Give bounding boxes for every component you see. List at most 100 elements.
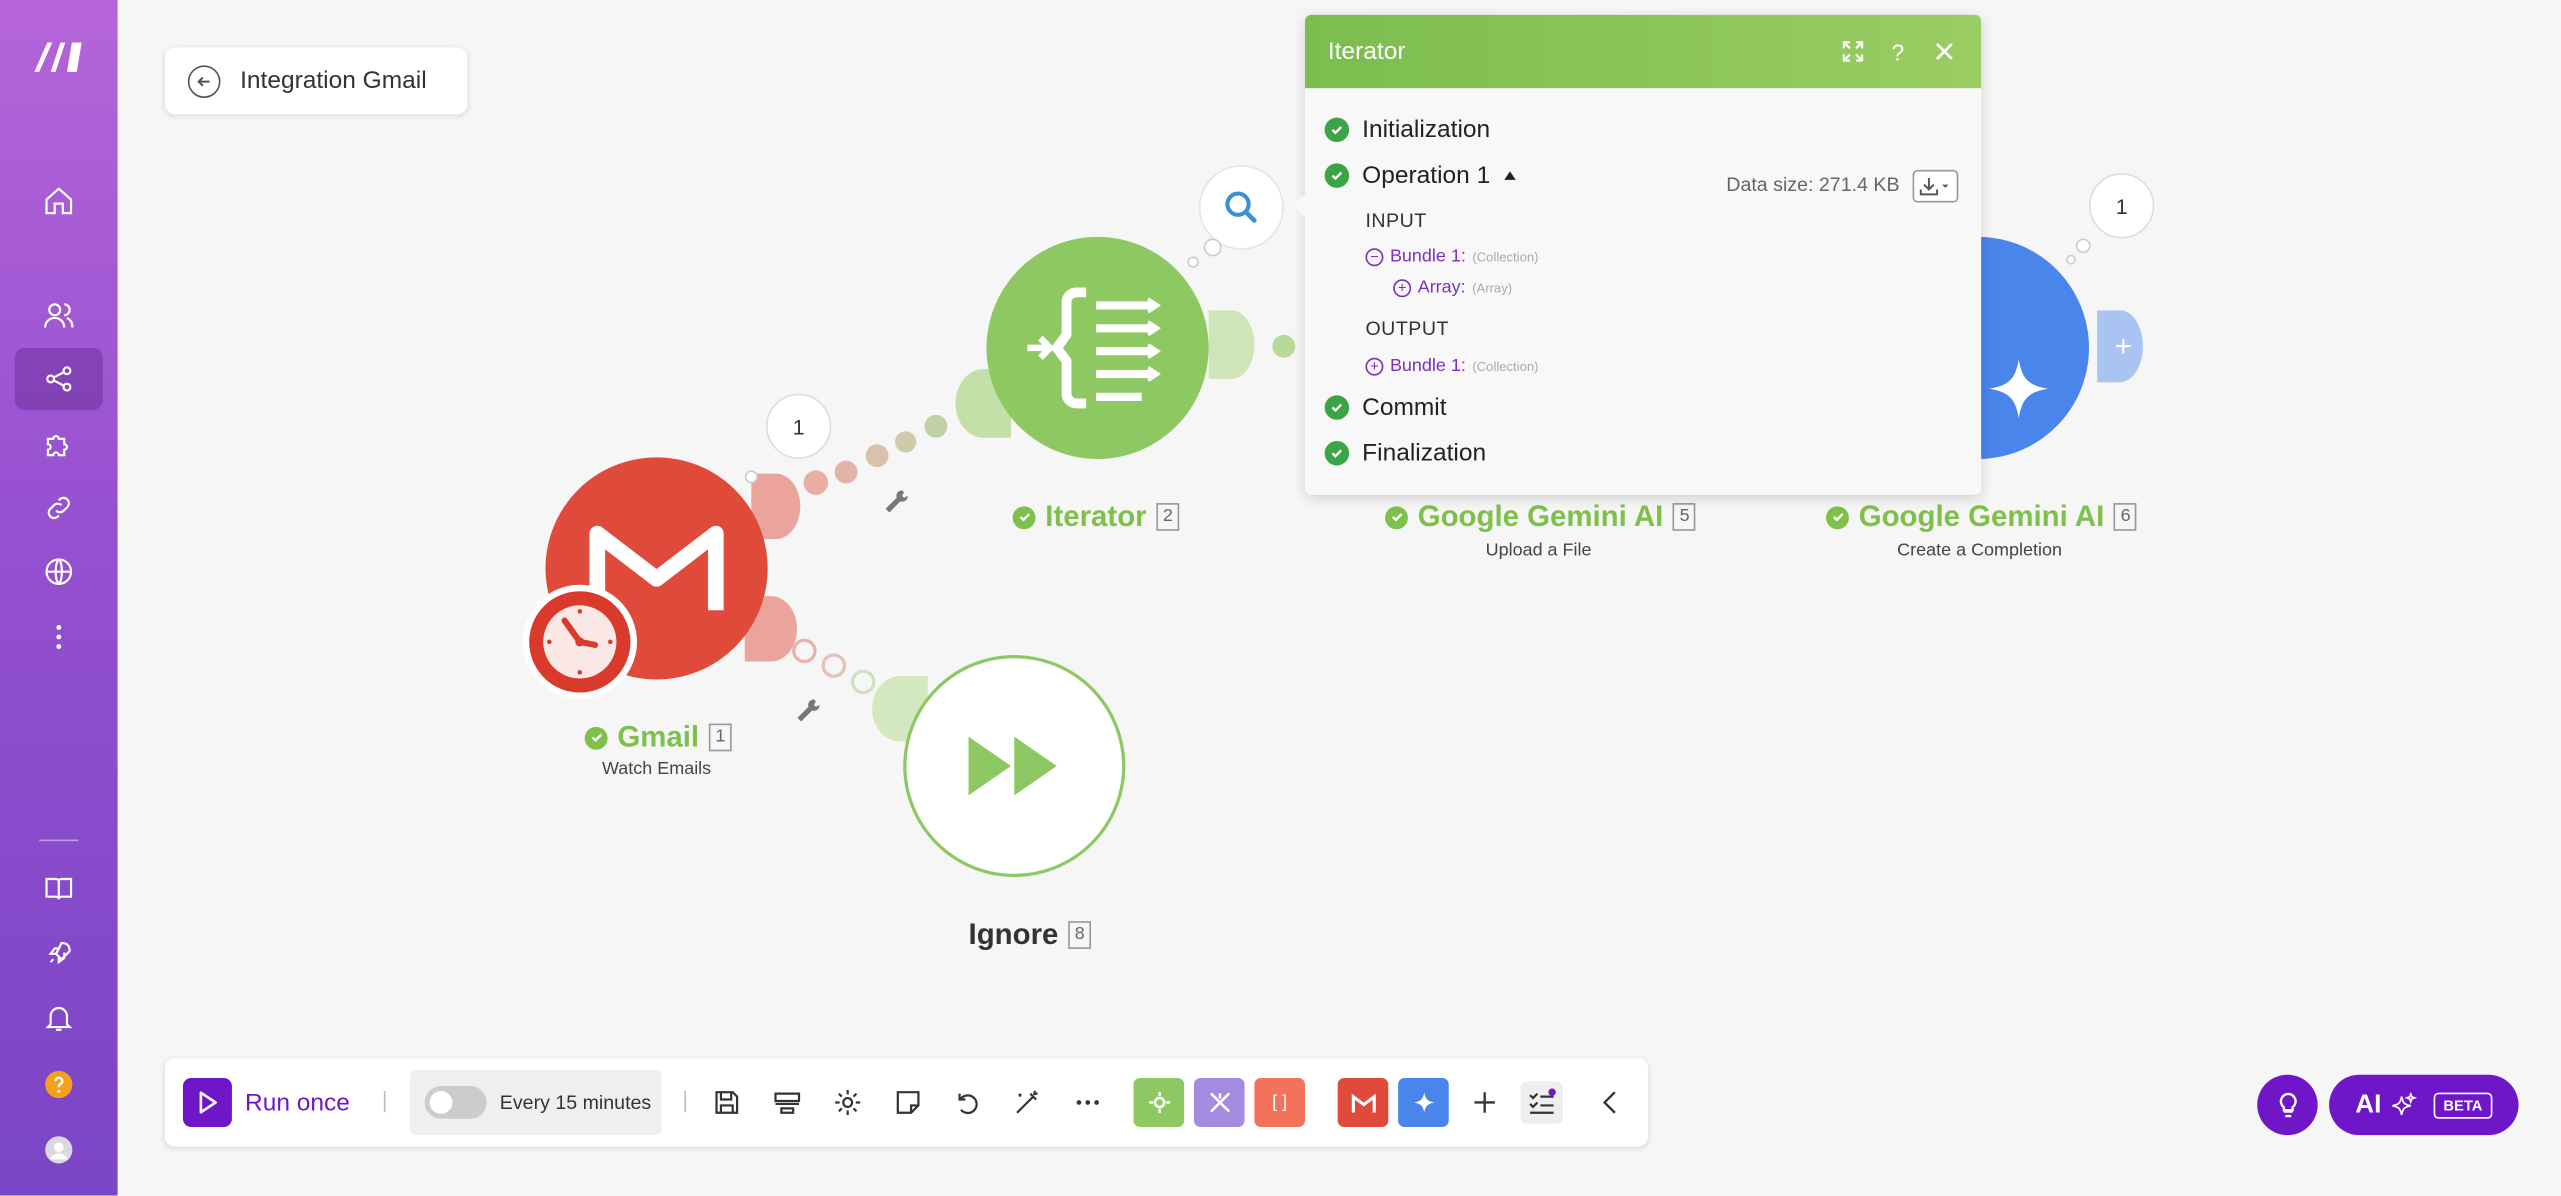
clock-icon [543,605,617,679]
more-vertical-icon [56,625,62,649]
rocket-icon [48,941,71,965]
module-name: Google Gemini AI [1858,499,2105,533]
collapse-toolbar-button[interactable] [1589,1081,1631,1123]
module-name: Google Gemini AI [1417,499,1664,533]
collapse-icon: − [1365,247,1384,266]
route-filter-1[interactable] [882,487,911,525]
module-index: 1 [708,723,732,752]
scenario-settings-button[interactable] [826,1081,868,1123]
download-icon [1919,178,1949,196]
expand-button[interactable] [1837,37,1866,66]
operations-count-bubble[interactable]: 1 [2088,173,2155,239]
input-heading: INPUT [1365,209,1427,232]
users-icon [44,303,74,328]
sidebar-item-team[interactable] [15,284,103,346]
cycle-initialization[interactable]: Initialization [1324,116,1490,144]
bubble-tail [2066,254,2076,265]
puzzle-icon [46,435,68,457]
make-logo[interactable] [15,26,103,88]
checklist-button[interactable] [1520,1081,1564,1124]
sidebar-item-launch[interactable] [15,923,103,985]
gmail-app-button[interactable] [1337,1077,1389,1127]
text-parser-button[interactable]: [ ] [1254,1077,1306,1127]
cycle-finalization[interactable]: Finalization [1324,439,1486,467]
save-button[interactable] [706,1081,748,1123]
sidebar-item-apps[interactable] [15,413,103,475]
output-bundle-1[interactable]: + Bundle 1: (Collection) [1365,356,1538,376]
cycle-operation-1[interactable]: Operation 1 [1324,162,1518,189]
panel-header: Iterator ? [1305,14,1982,89]
ai-assistant-button[interactable]: AI BETA [2329,1074,2519,1136]
notes-sticky-button[interactable] [887,1081,929,1123]
save-icon [715,1091,739,1114]
add-app-button[interactable] [1463,1081,1505,1123]
gear-icon [1148,1092,1170,1113]
success-check-icon [1385,505,1408,529]
module-index: 5 [1673,503,1697,531]
operations-count-bubble[interactable]: 1 [766,393,832,459]
ignore-label: Ignore 8 [969,918,1092,952]
hints-button[interactable] [2257,1074,2318,1136]
iterator-label: Iterator 2 [1012,500,1180,534]
beta-badge: BETA [2433,1091,2493,1118]
run-once-button[interactable]: Run once [182,1077,350,1127]
sidebar-item-profile[interactable] [15,1119,103,1181]
expand-plus-icon: + [1365,356,1384,375]
more-options-button[interactable] [1067,1081,1109,1123]
input-bundle-1[interactable]: − Bundle 1: (Collection) [1365,247,1538,266]
iterator-module[interactable] [986,236,1209,459]
book-icon [45,877,73,900]
share-nodes-icon [46,366,72,392]
download-output-button[interactable] [1912,169,1959,203]
sidebar-item-help[interactable] [15,1053,103,1115]
bubble-tail [1203,238,1222,257]
arrow-left-icon [187,64,221,98]
success-check-icon [1012,505,1036,529]
gemini-app-button[interactable] [1398,1077,1449,1127]
close-button[interactable] [1929,37,1958,66]
iterator-inspector-panel: Iterator ? Initialization Operation 1 Da… [1305,14,1982,495]
sidebar-item-home[interactable] [15,170,103,232]
gemini-sparkle-icon [1989,359,2049,419]
help-button[interactable]: ? [1883,37,1912,66]
checklist-icon [1529,1088,1556,1114]
auto-align-button[interactable] [1006,1081,1048,1123]
output-heading: OUTPUT [1365,316,1449,340]
cycle-commit[interactable]: Commit [1324,394,1447,421]
question-icon [45,1070,73,1099]
scheduling-control[interactable]: Every 15 minutes [409,1069,662,1136]
sidebar-item-scenarios[interactable] [14,347,103,410]
sticky-note-icon [896,1091,920,1114]
route-filter-2[interactable] [794,696,823,734]
gmail-label: Gmail 1 [584,720,732,754]
back-to-scenarios[interactable]: Integration Gmail [164,47,468,115]
inspect-bubble[interactable] [1198,164,1284,250]
ignore-module[interactable] [903,654,1126,878]
schedule-trigger[interactable] [522,584,637,700]
tools-app-button[interactable] [1133,1077,1185,1127]
notes-button[interactable] [766,1081,808,1123]
flow-control-button[interactable] [1193,1077,1245,1127]
scenario-editor: Integration Gmail 1 Gmail 1 Watch Emails… [0,0,2561,1196]
caret-up-icon [1504,171,1517,180]
iterator-icon [1027,287,1161,409]
sidebar-item-notifications[interactable] [15,987,103,1049]
question-mark-icon: ? [1891,38,1905,65]
panel-title: Iterator [1327,37,1406,66]
input-array[interactable]: + Array: (Array) [1393,278,1512,297]
success-check-icon [1324,440,1350,466]
sidebar-item-more[interactable] [15,606,103,668]
sidebar-item-help-center[interactable] [15,857,103,919]
close-icon [1935,43,1953,60]
module-action: Watch Emails [602,759,712,780]
sparkles-icon [2392,1091,2418,1115]
undo-button[interactable] [946,1081,988,1123]
toolbar-divider [383,1091,386,1113]
sidebar-item-webhooks[interactable] [15,541,103,603]
add-module-button[interactable]: + [2104,314,2143,379]
success-check-icon [1324,117,1350,143]
sidebar-item-connections[interactable] [15,477,103,539]
module-name: Ignore [968,917,1059,951]
scheduling-toggle[interactable] [424,1086,487,1119]
bell-icon [45,1007,73,1031]
